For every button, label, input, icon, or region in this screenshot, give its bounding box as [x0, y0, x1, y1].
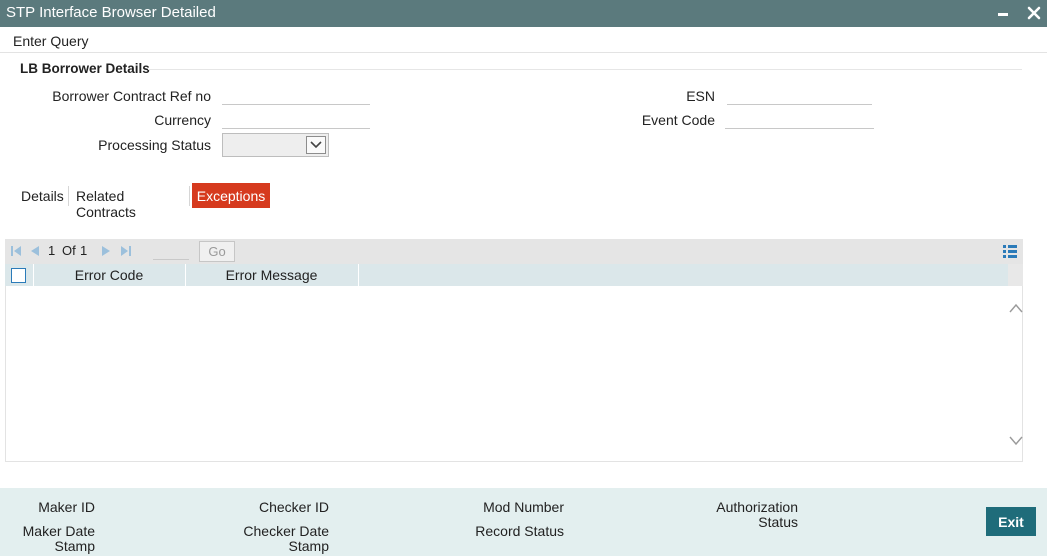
page-of-label: Of: [62, 243, 76, 258]
grid-toolbar: 1 Of 1: [5, 239, 1023, 264]
tab-divider: [189, 186, 190, 206]
column-settings-icon[interactable]: [1003, 245, 1017, 261]
select-all-checkbox[interactable]: [11, 268, 26, 283]
page-number-input[interactable]: [153, 259, 189, 260]
last-page-icon[interactable]: [120, 244, 132, 260]
close-icon: [1027, 6, 1041, 20]
processing-status-select[interactable]: [222, 133, 329, 157]
window-title: STP Interface Browser Detailed: [6, 4, 216, 21]
authorization-status-label-line1: Authorization: [716, 499, 798, 515]
processing-status-label: Processing Status: [98, 137, 211, 153]
maker-date-label-line2: Stamp: [54, 538, 95, 554]
grid-header-row: Error Code Error Message: [5, 264, 1008, 286]
tab-divider: [68, 186, 69, 206]
close-button[interactable]: [1025, 4, 1043, 22]
chevron-down-icon[interactable]: [306, 136, 326, 154]
column-header-error-message[interactable]: Error Message: [185, 264, 358, 286]
borrower-contract-ref-label: Borrower Contract Ref no: [52, 88, 211, 104]
tab-details[interactable]: Details: [21, 183, 64, 208]
exceptions-grid-body: [5, 286, 1023, 462]
tab-related-contracts[interactable]: Related Contracts: [76, 183, 188, 220]
currency-label: Currency: [154, 112, 211, 128]
scroll-up-icon[interactable]: [1009, 300, 1023, 316]
column-divider: [358, 264, 359, 286]
checker-date-label-line1: Checker Date: [243, 523, 329, 539]
column-header-error-code[interactable]: Error Code: [33, 264, 185, 286]
event-code-label: Event Code: [641, 112, 715, 128]
previous-page-icon[interactable]: [29, 244, 41, 260]
mod-number-label: Mod Number: [483, 499, 564, 515]
next-page-icon[interactable]: [100, 244, 112, 260]
first-page-icon[interactable]: [10, 244, 22, 260]
minimize-icon: [998, 13, 1008, 16]
minimize-button[interactable]: [996, 5, 1010, 21]
checker-id-label: Checker ID: [258, 499, 329, 515]
tab-exceptions[interactable]: Exceptions: [192, 183, 270, 208]
exit-button[interactable]: Exit: [986, 507, 1036, 536]
esn-label: ESN: [686, 88, 715, 104]
currency-input[interactable]: [222, 109, 370, 129]
current-page: 1: [48, 243, 56, 258]
section-divider: [148, 69, 1022, 70]
record-status-label: Record Status: [475, 523, 564, 539]
maker-id-label: Maker ID: [38, 499, 95, 515]
authorization-status-label-line2: Status: [758, 514, 798, 530]
enter-query-menu[interactable]: Enter Query: [13, 33, 88, 49]
section-title: LB Borrower Details: [20, 61, 150, 76]
event-code-input[interactable]: [725, 109, 874, 129]
scroll-down-icon[interactable]: [1009, 433, 1023, 449]
menu-bar: Enter Query: [0, 27, 1047, 53]
maker-date-label-line1: Maker Date: [22, 523, 95, 539]
go-button[interactable]: Go: [199, 241, 235, 262]
total-pages: 1: [80, 243, 88, 258]
borrower-contract-ref-input[interactable]: [222, 85, 370, 105]
checker-date-label-line2: Stamp: [288, 538, 329, 554]
esn-input[interactable]: [727, 85, 872, 105]
grid-header-scroll-corner: [1008, 264, 1023, 286]
title-bar: STP Interface Browser Detailed: [0, 0, 1047, 27]
